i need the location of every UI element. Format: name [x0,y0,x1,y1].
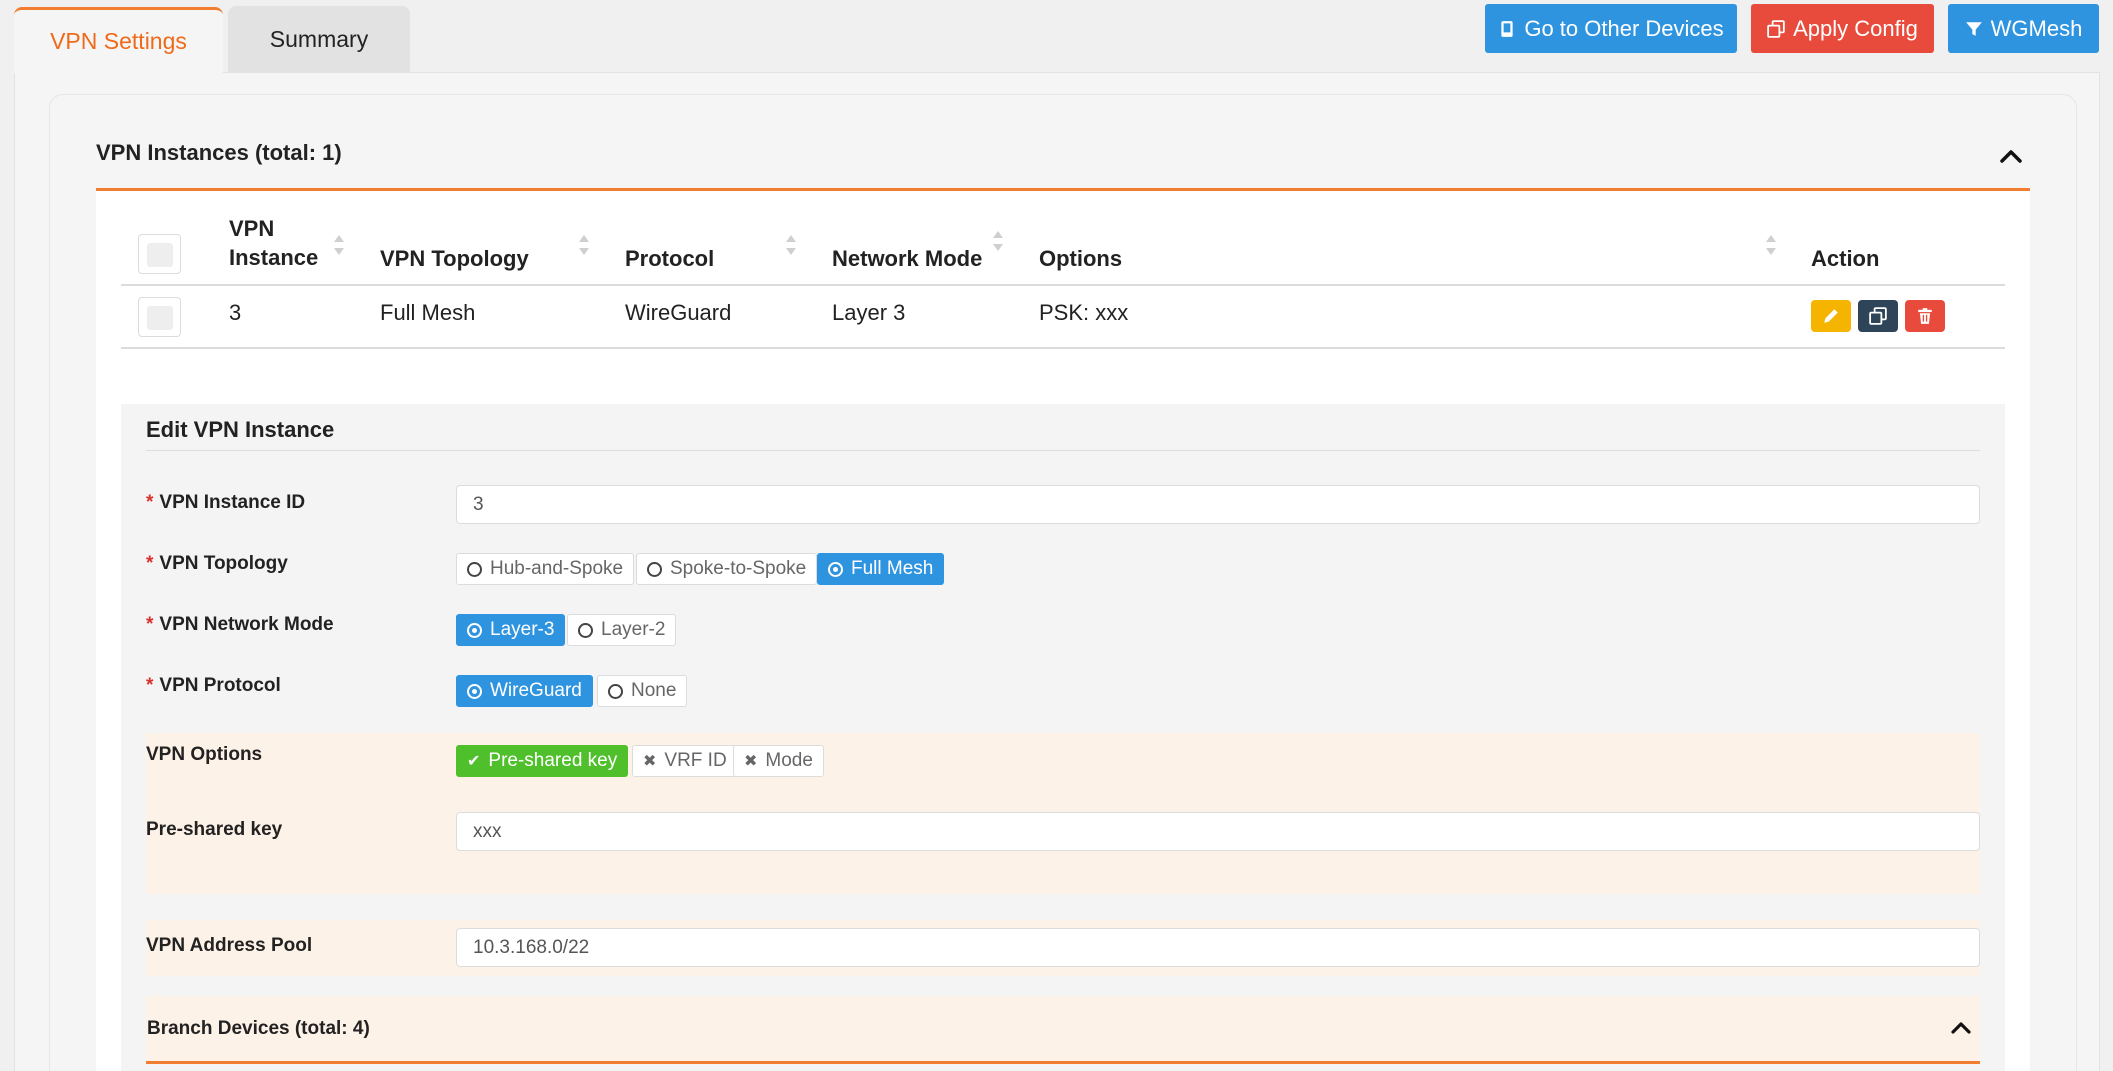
close-icon: ✖ [744,753,758,770]
branch-devices-section [146,996,1980,1061]
column-header-options[interactable]: Options [1039,244,1122,273]
edit-button[interactable] [1811,300,1851,332]
branch-devices-title: Branch Devices (total: 4) [147,1018,370,1039]
option-pre-shared-key-toggle[interactable]: ✔ Pre-shared key [456,745,629,777]
sort-icon[interactable] [333,230,345,260]
sort-icon[interactable] [1765,230,1777,260]
radio-selected-icon [467,683,482,699]
branch-divider [146,1061,1980,1064]
check-icon: ✔ [467,753,481,770]
network-mode-option-layer-3[interactable]: Layer-3 [456,614,566,646]
column-header-vpn-topology[interactable]: VPN Topology [380,244,529,273]
topology-label: * VPN Topology [146,553,288,574]
sort-icon[interactable] [992,226,1004,256]
sort-icon[interactable] [578,230,590,260]
chevron-up-icon[interactable] [1947,1015,1975,1039]
vpn-options-label: VPN Options [146,744,263,765]
radio-icon [578,622,593,638]
cell-protocol: WireGuard [625,300,732,325]
radio-selected-icon [828,561,843,577]
sort-icon[interactable] [785,230,797,260]
radio-icon [467,561,482,577]
apply-config-button[interactable]: Apply Config [1751,4,1934,53]
option-vrf-id-toggle[interactable]: ✖ VRF ID [632,745,738,777]
network-mode-option-layer-2[interactable]: Layer-2 [567,614,677,646]
copy-icon [1767,19,1785,38]
row-checkbox[interactable] [138,297,181,337]
topology-option-full-mesh[interactable]: Full Mesh [817,553,945,585]
option-mode-toggle[interactable]: ✖ Mode [733,745,824,777]
address-pool-input[interactable]: 10.3.168.0/22 [456,928,1980,967]
instance-id-input[interactable]: 3 [456,485,1980,524]
cell-instance: 3 [229,300,242,325]
radio-icon [647,561,662,577]
column-header-protocol[interactable]: Protocol [625,244,714,273]
header-divider [121,284,2005,286]
address-pool-label: VPN Address Pool [146,935,313,956]
column-header-action: Action [1811,246,1880,271]
row-divider [121,347,2005,349]
radio-selected-icon [467,622,482,638]
cell-options: PSK: xxx [1039,300,1129,325]
trash-icon [1918,308,1932,324]
edit-panel-title: Edit VPN Instance [146,417,335,442]
psk-input[interactable]: xxx [456,812,1980,851]
protocol-option-wireguard[interactable]: WireGuard [456,675,593,707]
protocol-label: * VPN Protocol [146,675,281,696]
topology-option-spoke-to-spoke[interactable]: Spoke-to-Spoke [636,553,818,585]
filter-icon [1965,21,1982,36]
topology-option-hub-and-spoke[interactable]: Hub-and-Spoke [456,553,635,585]
pencil-icon [1824,309,1838,323]
column-header-network-mode[interactable]: Network Mode [832,244,982,273]
cell-network-mode: Layer 3 [832,300,906,325]
radio-icon [608,683,623,699]
tab-summary[interactable]: Summary [228,6,410,73]
delete-button[interactable] [1905,300,1945,332]
cell-topology: Full Mesh [380,300,476,325]
chevron-up-icon[interactable] [1997,144,2025,168]
edit-panel-divider [146,450,1980,451]
tab-vpn-settings[interactable]: VPN Settings [14,7,223,73]
close-icon: ✖ [643,753,657,770]
select-all-checkbox[interactable] [138,234,181,274]
device-icon [1501,20,1513,37]
wgmesh-button[interactable]: WGMesh [1948,4,2099,53]
go-to-other-devices-button[interactable]: Go to Other Devices [1485,4,1737,53]
protocol-option-none[interactable]: None [597,675,688,707]
network-mode-label: * VPN Network Mode [146,614,334,635]
copy-icon [1869,307,1887,325]
vpn-instances-title: VPN Instances (total: 1) [96,140,342,165]
column-header-vpn-instance[interactable]: VPN Instance [229,214,318,272]
duplicate-button[interactable] [1858,300,1898,332]
psk-label: Pre-shared key [146,819,283,840]
instance-id-label: * VPN Instance ID [146,492,306,513]
